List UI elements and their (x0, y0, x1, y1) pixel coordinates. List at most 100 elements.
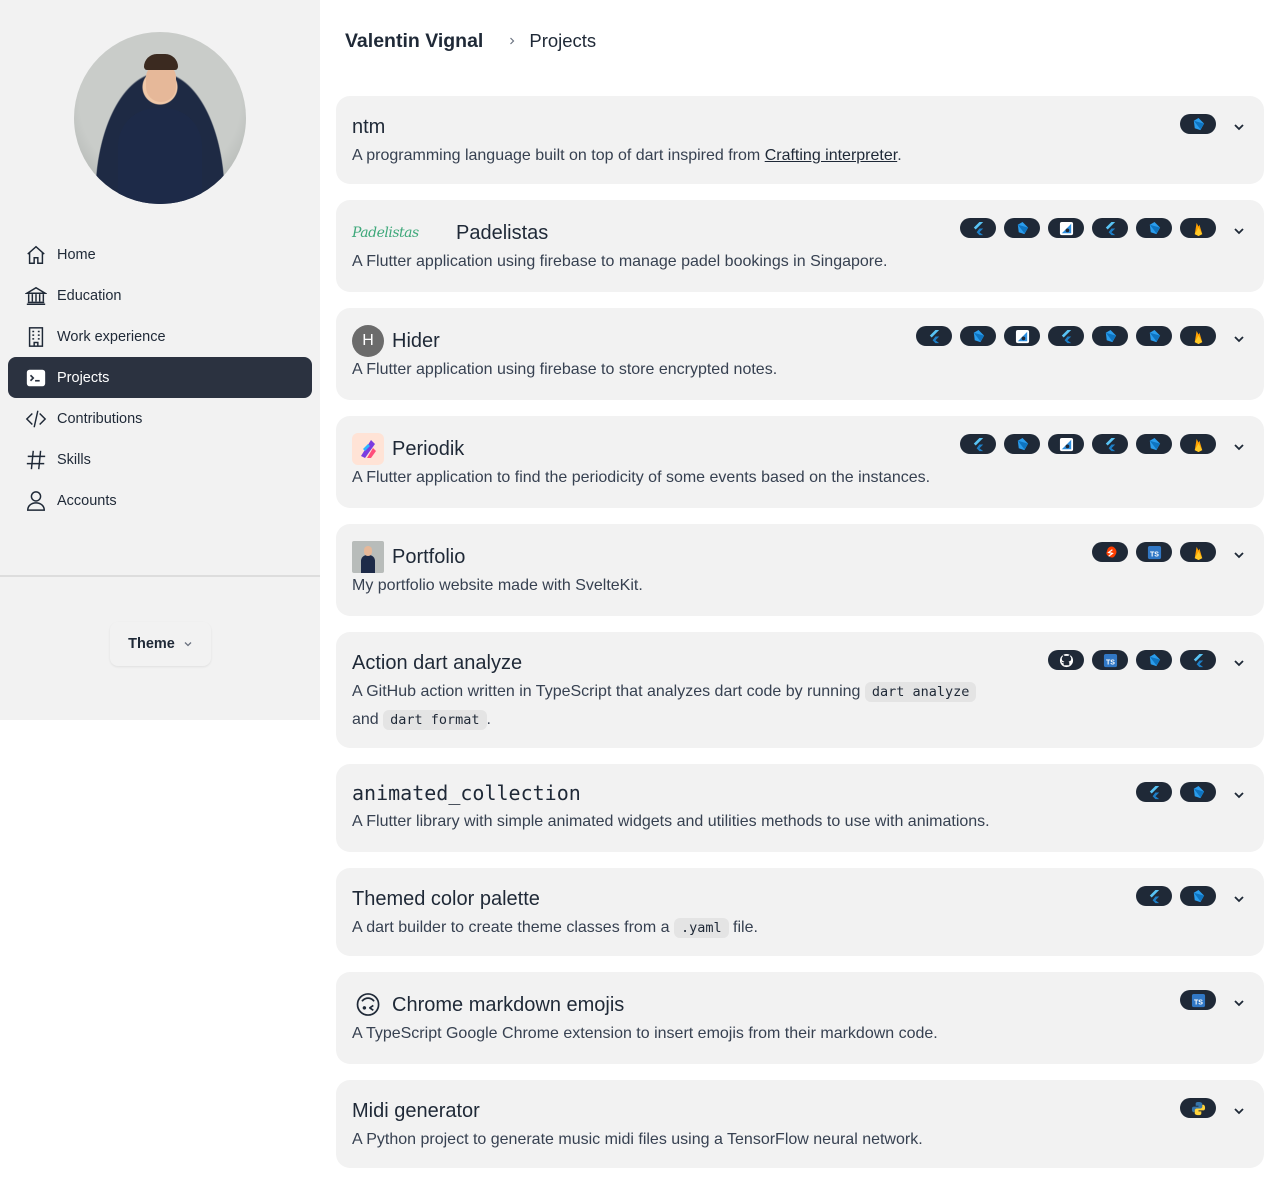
code-icon (24, 407, 48, 431)
dart-icon (960, 326, 996, 346)
firebase-icon (1180, 218, 1216, 238)
project-description: A Python project to generate music midi … (352, 1131, 923, 1148)
typescript-icon (1180, 990, 1216, 1010)
dart-icon (1180, 782, 1216, 802)
project-card-chrome-markdown-emojis[interactable]: 🙃 Chrome markdown emojis A TypeScript Go… (336, 972, 1264, 1064)
project-card-padelistas[interactable]: Padelistas Padelistas A Flutter applicat… (336, 200, 1264, 292)
project-card-midi-generator[interactable]: Midi generator A Python project to gener… (336, 1080, 1264, 1168)
project-title: Padelistas (456, 221, 549, 244)
project-title: Chrome markdown emojis (392, 993, 625, 1016)
sidebar-item-skills[interactable]: Skills (8, 439, 312, 480)
flutter-icon (960, 434, 996, 454)
bank-icon (24, 284, 48, 308)
project-title: Themed color palette (352, 887, 540, 910)
project-card-themed-color-palette[interactable]: Themed color palette A dart builder to c… (336, 868, 1264, 956)
project-description: A TypeScript Google Chrome extension to … (352, 1025, 938, 1042)
sidebar-item-label: Home (57, 246, 96, 263)
sidebar-item-label: Projects (57, 369, 110, 386)
sidebar-item-projects[interactable]: Projects (8, 357, 312, 398)
dart-icon (1180, 886, 1216, 906)
chevron-down-icon[interactable] (1232, 788, 1246, 802)
flutter-icon (1136, 886, 1172, 906)
chevron-down-icon[interactable] (1232, 892, 1246, 906)
building-icon (24, 325, 48, 349)
python-icon (1180, 1098, 1216, 1118)
tech-badges (916, 326, 1216, 346)
dart-icon (1180, 114, 1216, 134)
project-description: A GitHub action written in TypeScript th… (352, 678, 1032, 734)
chevron-down-icon[interactable] (1232, 1104, 1246, 1118)
user-icon (24, 489, 48, 513)
project-description: A Flutter application using firebase to … (352, 361, 778, 378)
chevron-down-icon[interactable] (1232, 332, 1246, 346)
project-description: A Flutter application using firebase to … (352, 253, 888, 270)
project-description: A programming language built on top of d… (352, 147, 902, 164)
typescript-icon (1136, 542, 1172, 562)
project-description: My portfolio website made with SvelteKit… (352, 577, 643, 594)
breadcrumb: Valentin Vignal Projects (345, 28, 596, 54)
project-card-hider[interactable]: H Hider A Flutter application using fire… (336, 308, 1264, 400)
project-description: A dart builder to create theme classes f… (352, 918, 758, 938)
firebase-icon (1180, 326, 1216, 346)
chevron-down-icon[interactable] (1232, 440, 1246, 454)
dart-icon (1004, 434, 1040, 454)
sidebar-item-work-experience[interactable]: Work experience (8, 316, 312, 357)
project-card-portfolio[interactable]: Portfolio My portfolio website made with… (336, 524, 1264, 616)
hider-logo: H (352, 325, 384, 357)
project-card-periodik[interactable]: Periodik A Flutter application to find t… (336, 416, 1264, 508)
tech-badges (1136, 782, 1216, 802)
code-snippet: dart analyze (864, 682, 977, 702)
chevron-down-icon (184, 642, 192, 647)
code-snippet: dart format (383, 710, 487, 730)
chevron-down-icon[interactable] (1232, 224, 1246, 238)
portfolio-logo (352, 541, 384, 573)
padelistas-logo: Padelistas (352, 225, 419, 241)
dart-icon (1004, 218, 1040, 238)
project-title: Periodik (392, 437, 465, 460)
chevron-down-icon[interactable] (1232, 996, 1246, 1010)
flutter-icon (1180, 650, 1216, 670)
project-card-animated-collection[interactable]: animated_collection A Flutter library wi… (336, 764, 1264, 852)
sidebar-item-contributions[interactable]: Contributions (8, 398, 312, 439)
theme-dropdown-button[interactable]: Theme (110, 622, 211, 666)
tech-badges (960, 434, 1216, 454)
sidebar-nav: Home Education Work experience Projects … (8, 234, 312, 521)
chevron-down-icon[interactable] (1232, 120, 1246, 134)
flutter-icon (1092, 434, 1128, 454)
project-card-action-dart-analyze[interactable]: Action dart analyze A GitHub action writ… (336, 632, 1264, 748)
flutter-icon (1092, 218, 1128, 238)
android-studio-icon (1048, 434, 1084, 454)
sidebar-item-label: Contributions (57, 410, 143, 427)
dart-icon (1092, 326, 1128, 346)
crafting-interpreter-link[interactable]: Crafting interpreter (765, 147, 898, 164)
terminal-icon (24, 366, 48, 390)
sidebar: Home Education Work experience Projects … (0, 0, 320, 720)
firebase-icon (1180, 542, 1216, 562)
flutter-icon (960, 218, 996, 238)
flutter-icon (1136, 782, 1172, 802)
sidebar-item-education[interactable]: Education (8, 275, 312, 316)
project-card-ntm[interactable]: ntm A programming language built on top … (336, 96, 1264, 184)
firebase-icon (1180, 434, 1216, 454)
chevron-right-icon (510, 37, 515, 45)
chevron-down-icon[interactable] (1232, 656, 1246, 670)
project-title: Portfolio (392, 545, 466, 568)
project-title: Action dart analyze (352, 651, 523, 674)
tech-badges (1048, 650, 1216, 670)
sidebar-item-label: Accounts (57, 492, 117, 509)
breadcrumb-owner[interactable]: Valentin Vignal (345, 30, 483, 53)
chevron-down-icon[interactable] (1232, 548, 1246, 562)
sidebar-item-label: Work experience (57, 328, 166, 345)
dart-icon (1136, 326, 1172, 346)
theme-label: Theme (128, 636, 175, 652)
projects-list: ntm A programming language built on top … (336, 96, 1264, 1184)
sidebar-item-home[interactable]: Home (8, 234, 312, 275)
github-icon (1048, 650, 1084, 670)
code-snippet: .yaml (673, 918, 729, 938)
sidebar-item-accounts[interactable]: Accounts (8, 480, 312, 521)
sidebar-divider (0, 575, 320, 577)
flutter-icon (916, 326, 952, 346)
sidebar-item-label: Education (57, 287, 122, 304)
svelte-icon (1092, 542, 1128, 562)
tech-badges (1092, 542, 1216, 562)
